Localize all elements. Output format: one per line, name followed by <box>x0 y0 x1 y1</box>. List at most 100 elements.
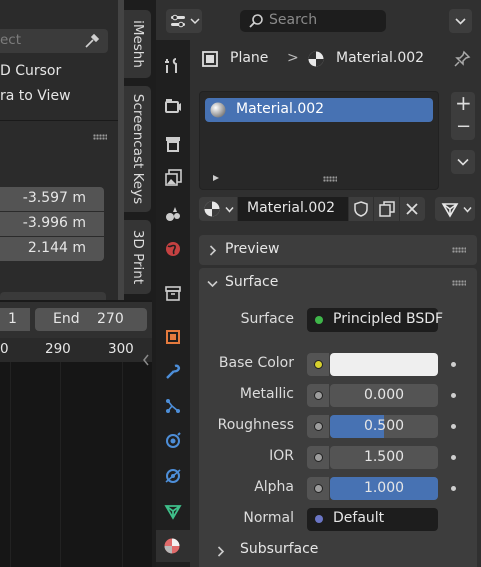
viewport-search-field[interactable]: ect <box>0 29 108 53</box>
timeline-body[interactable] <box>0 362 152 567</box>
location-z-field[interactable]: 2.144 m <box>0 237 104 261</box>
breadcrumb-material: Material.002 <box>336 50 425 66</box>
pin-icon[interactable] <box>453 50 471 68</box>
end-frame-field[interactable]: End 270 <box>35 308 147 331</box>
roughness-socket[interactable] <box>307 415 329 438</box>
material-slot-item[interactable]: Material.002 <box>205 98 433 122</box>
material-name-value: Material.002 <box>247 200 336 216</box>
normal-input-selector[interactable]: Default <box>307 508 438 531</box>
roughness-socket-icon <box>314 422 323 431</box>
tab-screencast-keys[interactable]: Screencast Keys <box>124 86 151 212</box>
chevron-down-icon <box>225 207 234 213</box>
duplicate-material-button[interactable] <box>374 197 399 221</box>
eyedropper-icon[interactable] <box>83 32 101 50</box>
properties-editor-icon <box>171 14 185 28</box>
tab-object[interactable] <box>161 325 185 349</box>
tab-world[interactable] <box>161 237 185 261</box>
metallic-label: Metallic <box>239 386 294 402</box>
view-layer-icon <box>165 169 182 186</box>
tab-material[interactable] <box>156 530 190 562</box>
subsurface-panel-title: Subsurface <box>240 541 319 557</box>
location-y-value: -3.996 m <box>22 215 86 231</box>
tab-3d-print-label: 3D Print <box>129 229 146 285</box>
location-x-field[interactable]: -3.597 m <box>0 187 104 211</box>
properties-header: Search <box>156 0 481 40</box>
expand-triangle-icon[interactable] <box>212 174 220 182</box>
normal-label: Normal <box>243 510 294 526</box>
link-type-button[interactable] <box>435 197 475 221</box>
metallic-socket[interactable] <box>307 384 329 407</box>
end-frame-label: End <box>53 311 80 327</box>
keyframe-dot[interactable] <box>451 455 456 460</box>
surface-shader-selector[interactable]: Principled BSDF <box>307 308 443 332</box>
world-icon <box>166 242 180 256</box>
tab-tool[interactable] <box>161 54 185 78</box>
panel-grip-icon[interactable] <box>452 247 466 253</box>
timeline-tick-label: 0 <box>0 341 9 357</box>
tab-scene[interactable] <box>161 202 185 226</box>
panel-grip-icon[interactable] <box>452 280 466 286</box>
keyframe-dot[interactable] <box>451 486 456 491</box>
location-y-field[interactable]: -3.996 m <box>0 212 104 236</box>
ior-label: IOR <box>269 448 294 464</box>
alpha-value: 1.000 <box>363 480 405 496</box>
material-icon <box>308 51 324 67</box>
keyframe-dot[interactable] <box>451 362 456 367</box>
material-icon <box>164 538 180 554</box>
alpha-socket[interactable] <box>307 477 329 500</box>
metallic-slider[interactable]: 0.000 <box>330 384 438 407</box>
editor-type-button[interactable] <box>166 9 202 33</box>
alpha-socket-icon <box>314 484 323 493</box>
base-color-socket[interactable] <box>307 353 329 376</box>
properties-search-field[interactable]: Search <box>240 10 386 32</box>
surface-panel-header[interactable]: Surface <box>199 268 477 298</box>
ior-socket[interactable] <box>307 446 329 469</box>
tab-imeshh[interactable]: iMeshh <box>124 10 151 78</box>
keyframe-dot[interactable] <box>451 424 456 429</box>
browse-material-button[interactable] <box>199 197 237 221</box>
tab-3d-print[interactable]: 3D Print <box>124 220 151 294</box>
object-data-icon <box>202 51 218 67</box>
menu-item-cursor[interactable]: D Cursor <box>0 63 61 79</box>
metallic-value: 0.000 <box>363 387 405 403</box>
ior-field[interactable]: 1.500 <box>330 446 438 469</box>
material-name-field[interactable]: Material.002 <box>238 197 348 221</box>
viewport-search-text: ect <box>0 32 22 48</box>
fake-user-button[interactable] <box>349 197 373 221</box>
chevron-right-icon <box>217 546 225 557</box>
alpha-slider[interactable]: 1.000 <box>330 477 438 500</box>
search-placeholder: Search <box>269 12 318 28</box>
keyframe-dot[interactable] <box>451 393 456 398</box>
tab-collection[interactable] <box>161 281 185 305</box>
base-color-socket-icon <box>314 360 323 369</box>
normal-socket-icon <box>315 515 323 523</box>
chevron-down-icon <box>457 158 469 166</box>
options-dropdown-button[interactable] <box>449 9 472 33</box>
chevron-down-icon <box>455 18 466 25</box>
start-frame-value: 1 <box>8 311 17 327</box>
preview-panel-header[interactable]: Preview <box>199 235 477 265</box>
shield-icon <box>354 201 368 217</box>
remove-slot-label[interactable]: − <box>456 116 471 137</box>
timeline-tick-label: 300 <box>108 341 134 357</box>
start-frame-field[interactable]: 1 <box>0 308 30 331</box>
chevron-left-icon[interactable] <box>142 354 150 366</box>
roughness-slider[interactable]: 0.500 <box>330 415 438 438</box>
subsurface-panel-header[interactable]: Subsurface <box>207 538 475 564</box>
list-resize-grip-icon[interactable] <box>323 176 337 182</box>
base-color-swatch[interactable] <box>330 353 438 376</box>
add-slot-button[interactable]: + − <box>451 91 475 140</box>
panel-divider <box>0 120 118 121</box>
panel-grip-icon[interactable] <box>93 134 107 140</box>
sidebar-tab-strip: iMeshh Screencast Keys 3D Print <box>124 0 152 300</box>
tab-view-layer[interactable] <box>161 166 185 190</box>
menu-item-camera-to-view[interactable]: ra to View <box>0 88 71 104</box>
tab-output[interactable] <box>161 132 185 156</box>
chevron-down-icon <box>207 280 218 288</box>
timeline-ruler[interactable]: 0 290 300 <box>0 338 152 362</box>
tab-render[interactable] <box>161 94 185 118</box>
slot-specials-button[interactable] <box>451 150 475 174</box>
unlink-material-button[interactable] <box>400 197 425 221</box>
metallic-socket-icon <box>314 391 323 400</box>
close-icon <box>406 203 418 215</box>
